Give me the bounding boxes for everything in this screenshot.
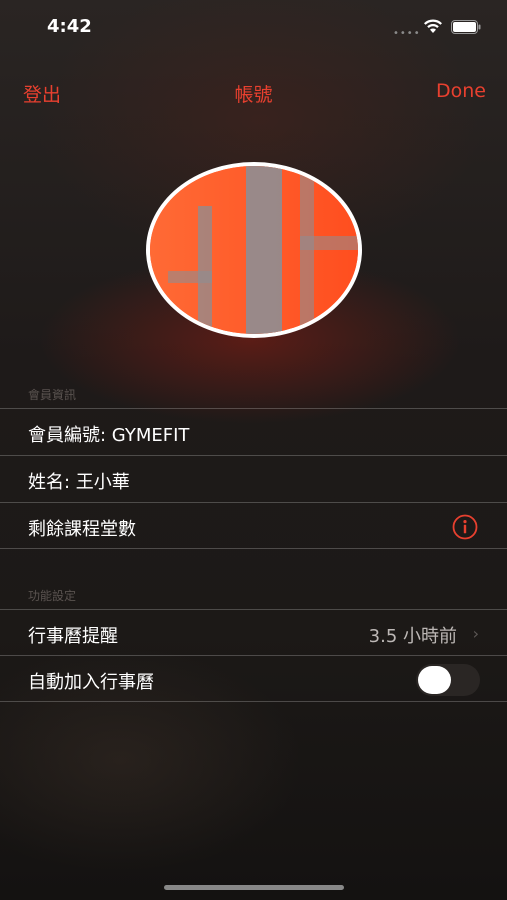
divider bbox=[0, 701, 507, 702]
member-id-label: 會員編號: GYMEFIT bbox=[28, 425, 190, 446]
signal-dots-icon: •••• bbox=[393, 28, 421, 39]
member-id-row: 會員編號: GYMEFIT bbox=[0, 408, 507, 455]
auto-add-calendar-toggle[interactable] bbox=[416, 664, 480, 696]
remaining-classes-label: 剩餘課程堂數 bbox=[28, 519, 136, 540]
avatar[interactable] bbox=[146, 162, 362, 338]
member-name-label: 姓名: 王小華 bbox=[28, 472, 130, 493]
page-title: 帳號 bbox=[234, 84, 273, 106]
member-name-row: 姓名: 王小華 bbox=[0, 455, 507, 502]
avatar-image bbox=[150, 166, 358, 334]
calendar-reminder-value: 3.5 小時前 bbox=[368, 626, 457, 647]
wifi-icon bbox=[424, 19, 442, 33]
auto-add-calendar-row: 自動加入行事曆 bbox=[0, 655, 507, 702]
auto-add-calendar-label: 自動加入行事曆 bbox=[28, 672, 154, 693]
remaining-classes-row[interactable]: 剩餘課程堂數 bbox=[0, 502, 507, 549]
member-section-header: 會員資訊 bbox=[28, 388, 77, 402]
toggle-knob bbox=[418, 666, 451, 694]
home-indicator[interactable] bbox=[164, 885, 344, 890]
status-time: 4:42 bbox=[47, 16, 92, 37]
chevron-right-icon: › bbox=[472, 624, 479, 643]
calendar-reminder-label: 行事曆提醒 bbox=[28, 626, 118, 647]
info-icon[interactable] bbox=[452, 514, 478, 540]
done-button[interactable]: Done bbox=[436, 80, 486, 102]
divider bbox=[0, 548, 507, 549]
battery-icon bbox=[451, 20, 481, 34]
settings-section-header: 功能設定 bbox=[28, 589, 77, 603]
calendar-reminder-row[interactable]: 行事曆提醒 3.5 小時前 › bbox=[0, 609, 507, 656]
